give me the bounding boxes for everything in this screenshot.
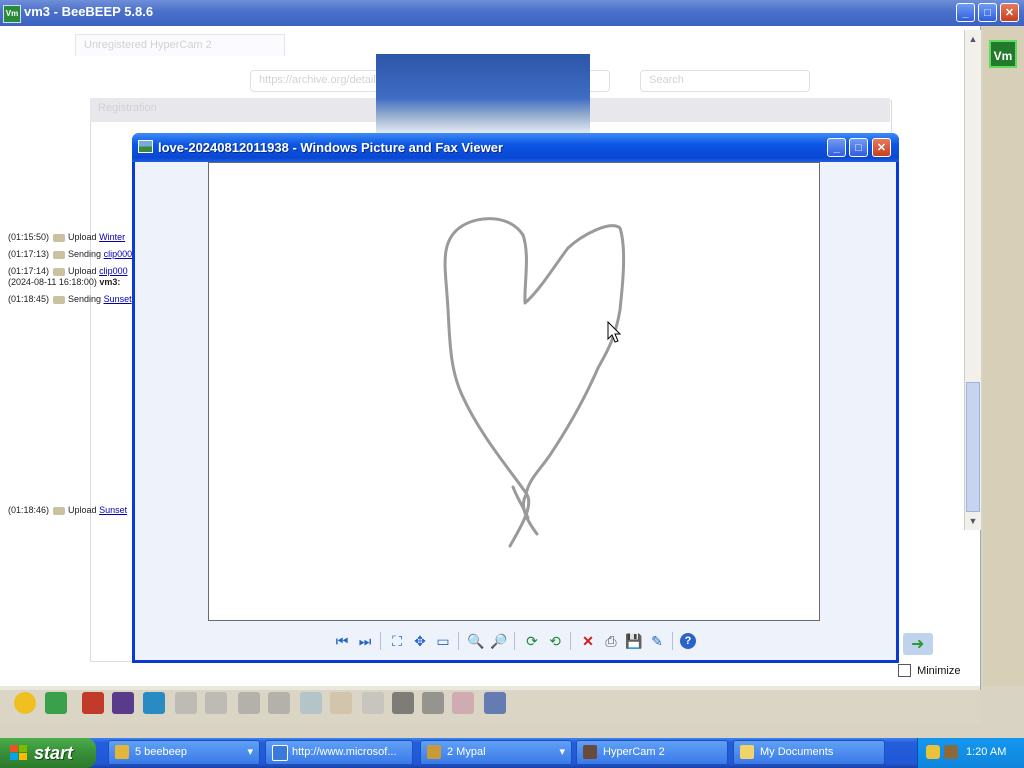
image-canvas	[208, 162, 820, 621]
toolbar-ghost-icon[interactable]	[452, 692, 474, 714]
mouse-pointer-icon	[607, 321, 622, 343]
chat-file-link[interactable]: clip000	[104, 249, 133, 259]
zoom-out-icon[interactable]: 🔎	[489, 631, 509, 651]
vm-app-icon: Vm	[3, 5, 21, 23]
upload-icon	[53, 233, 66, 242]
chat-file-link[interactable]: clip000	[99, 266, 128, 276]
actual-size-icon[interactable]: ✥	[410, 631, 430, 651]
rotate-clockwise-icon[interactable]: ⟳	[522, 631, 542, 651]
toolbar-separator	[514, 632, 515, 650]
zoom-in-icon[interactable]: 🔍	[466, 631, 486, 651]
hypercam-tray-icon[interactable]	[944, 745, 958, 759]
toolbar-ghost-icon[interactable]	[330, 692, 352, 714]
picture-viewer-window: love-20240812011938 - Windows Picture an…	[132, 133, 899, 663]
start-button[interactable]: start	[0, 738, 96, 768]
scroll-down-icon[interactable]: ▼	[966, 514, 980, 528]
best-fit-icon[interactable]: ⛶	[387, 631, 407, 651]
beebeep-tray-icon[interactable]	[926, 745, 940, 759]
chat-log-line: (01:18:46) Upload Sunset	[8, 505, 128, 515]
taskbar-item-my-documents[interactable]: My Documents	[733, 740, 885, 765]
browser-tab: Unregistered HyperCam 2	[75, 34, 285, 56]
chat-log-line: (01:15:50) Upload Winter	[8, 232, 126, 242]
chat-log-line: (01:17:14) Upload clip000	[8, 266, 128, 276]
save-icon[interactable]: 💾	[624, 631, 644, 651]
diamond-icon[interactable]	[45, 692, 67, 714]
minimize-option[interactable]: Minimize	[898, 664, 960, 677]
viewer-body: ⏮ ⏭ ⛶ ✥ ▭ 🔍 🔎 ⟳ ⟲ ✕ ⎙ 💾 ✎ ?	[135, 162, 896, 660]
toolbar-ghost-icon[interactable]	[422, 692, 444, 714]
beebeep-minimize-button[interactable]: _	[956, 3, 975, 22]
smiley-icon[interactable]	[14, 692, 36, 714]
text-tool-icon[interactable]	[82, 692, 104, 714]
toolbar-ghost-icon[interactable]	[205, 692, 227, 714]
system-tray: 1:20 AM	[917, 738, 1024, 768]
upload-icon	[53, 506, 66, 515]
previous-image-icon[interactable]: ⏮	[332, 631, 352, 651]
toolbar-ghost-icon[interactable]	[484, 692, 506, 714]
folder-icon	[740, 745, 754, 759]
rotate-counterclockwise-icon[interactable]: ⟲	[545, 631, 565, 651]
toolbar-ghost-icon[interactable]	[300, 692, 322, 714]
toolbar-separator	[458, 632, 459, 650]
chat-log-line: (2024-08-11 16:18:00) vm3:	[8, 277, 121, 287]
taskbar-item-hypercam[interactable]: HyperCam 2	[576, 740, 728, 765]
heart-drawing-image	[443, 217, 626, 548]
viewer-toolbar: ⏮ ⏭ ⛶ ✥ ▭ 🔍 🔎 ⟳ ⟲ ✕ ⎙ 💾 ✎ ?	[135, 626, 896, 656]
toolbar-separator	[672, 632, 673, 650]
right-desktop-strip	[983, 26, 1024, 686]
toolbar-ghost-icon[interactable]	[268, 692, 290, 714]
toolbar-separator	[570, 632, 571, 650]
mypal-icon	[427, 745, 441, 759]
chat-log-line: (01:17:13) Sending clip000	[8, 249, 133, 259]
help-icon[interactable]: ?	[680, 633, 696, 649]
vm-tray-icon[interactable]: Vm	[989, 40, 1017, 68]
chat-file-link[interactable]: Sunset	[99, 505, 127, 515]
beebeep-close-button[interactable]: ✕	[1000, 3, 1019, 22]
beebeep-icon	[115, 745, 129, 759]
start-label: start	[34, 743, 74, 763]
taskbar-item-beebeep[interactable]: 5 beebeep	[108, 740, 260, 765]
viewer-titlebar[interactable]: love-20240812011938 - Windows Picture an…	[132, 133, 899, 162]
taskbar-item-mypal[interactable]: 2 Mypal	[420, 740, 572, 765]
scroll-thumb[interactable]	[966, 382, 980, 512]
slideshow-icon[interactable]: ▭	[433, 631, 453, 651]
sea-thumbnail-image	[376, 54, 590, 134]
viewer-close-button[interactable]: ✕	[872, 138, 891, 157]
chat-file-link[interactable]: Sunset	[104, 294, 132, 304]
brush-icon[interactable]	[143, 692, 165, 714]
upload-icon	[53, 267, 66, 276]
send-arrow-icon[interactable]: ➜	[903, 633, 933, 655]
curve-tool-icon[interactable]	[112, 692, 134, 714]
vertical-scrollbar[interactable]: ▲ ▼	[964, 30, 981, 530]
tray-clock[interactable]: 1:20 AM	[966, 746, 1006, 758]
edit-icon[interactable]: ✎	[647, 631, 667, 651]
beebeep-titlebar: Vm vm3 - BeeBEEP 5.8.6 _ □ ✕	[0, 0, 1024, 26]
hypercam-icon	[583, 745, 597, 759]
minimize-checkbox[interactable]	[898, 664, 911, 677]
print-icon[interactable]: ⎙	[601, 631, 621, 651]
picture-viewer-icon	[138, 140, 153, 153]
viewer-title: love-20240812011938 - Windows Picture an…	[158, 140, 504, 155]
chat-file-link[interactable]: Winter	[99, 232, 125, 242]
toolbar-separator	[380, 632, 381, 650]
chat-log-line: (01:18:45) Sending Sunset	[8, 294, 132, 304]
delete-icon[interactable]: ✕	[578, 631, 598, 651]
toolbar-ghost-icon[interactable]	[392, 692, 414, 714]
send-icon	[53, 250, 66, 259]
send-icon	[53, 295, 66, 304]
minimize-label: Minimize	[917, 664, 961, 677]
toolbar-ghost-icon[interactable]	[238, 692, 260, 714]
beebeep-maximize-button[interactable]: □	[978, 3, 997, 22]
taskbar-item-ie[interactable]: http://www.microsof...	[265, 740, 413, 765]
viewer-maximize-button[interactable]: □	[849, 138, 868, 157]
next-image-icon[interactable]: ⏭	[355, 631, 375, 651]
beebeep-title: vm3 - BeeBEEP 5.8.6	[24, 4, 154, 19]
viewer-minimize-button[interactable]: _	[827, 138, 846, 157]
toolbar-ghost-icon[interactable]	[362, 692, 384, 714]
internet-explorer-icon	[272, 745, 288, 761]
browser-search-box: Search	[640, 70, 810, 92]
windows-flag-icon	[10, 745, 27, 760]
toolbar-ghost-icon[interactable]	[175, 692, 197, 714]
scroll-up-icon[interactable]: ▲	[966, 32, 980, 46]
